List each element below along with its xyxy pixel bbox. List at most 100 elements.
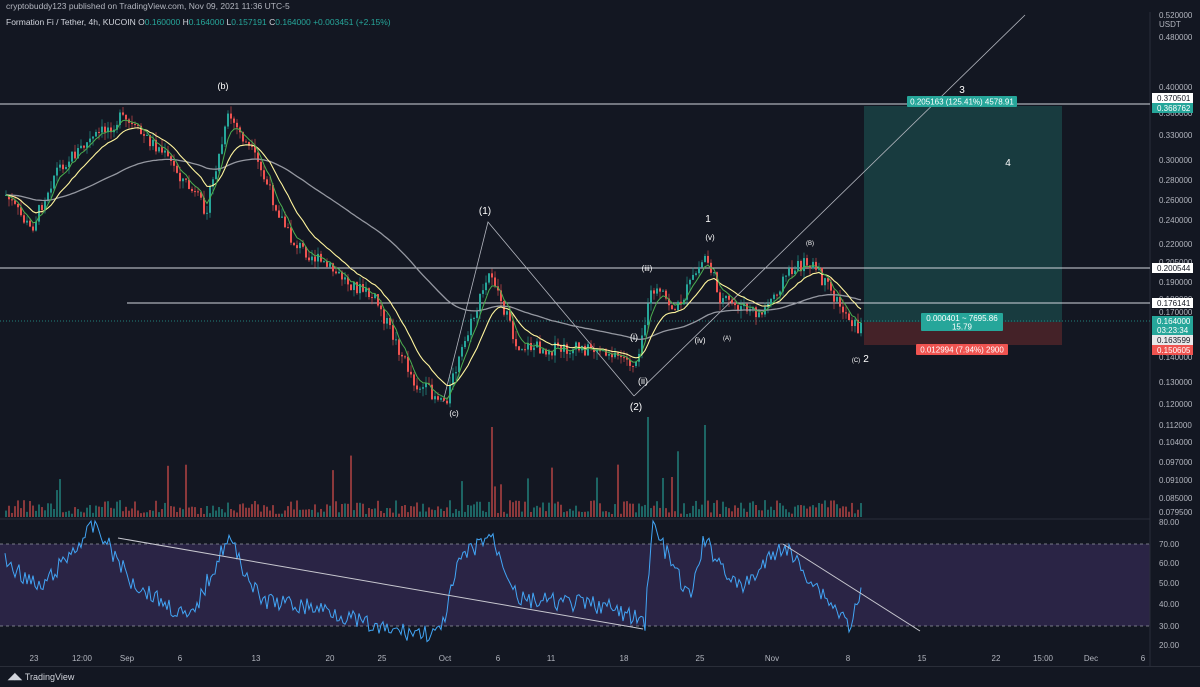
candle-body [407,356,409,372]
candle-body [392,325,394,340]
candle-body [50,188,52,193]
volume-bar [71,513,73,517]
candle-body [230,113,232,119]
price-tick-label: 0.104000 [1159,438,1193,447]
volume-bar [311,509,313,517]
volume-bar [644,504,646,517]
volume-bar [59,479,61,517]
price-chart[interactable]: 0.205163 (125.41%) 4578.91 0.000401 ~ 76… [0,0,1200,686]
volume-bar [431,509,433,517]
rsi-axis[interactable]: 80.00 70.00 60.00 50.00 40.00 30.00 20.00 [1159,518,1180,650]
volume-bar [320,508,322,517]
candle-body [491,273,493,278]
volume-bar [677,451,679,517]
candle-body [725,295,727,299]
volume-bar [245,507,247,517]
ohlc-open-label: O [138,17,145,27]
candle-body [512,320,514,340]
price-tick-label: 0.170000 [1159,308,1193,317]
candle-body [437,396,439,400]
candle-body [842,306,844,313]
candle-body [104,126,106,133]
volume-bar [221,509,223,517]
candle-body [473,317,475,319]
candle-body [266,179,268,185]
volume-bar [263,505,265,517]
volume-bar [776,500,778,517]
volume-bar [170,506,172,517]
volume-bar [32,505,34,517]
volume-bar [233,510,235,517]
volume-bar [200,507,202,517]
badge-entry: 0.163599 [1157,336,1191,345]
time-tick-label: 13 [252,654,261,663]
tradingview-brand[interactable]: ◢◣ TradingView [8,671,74,682]
candle-body [419,388,421,390]
volume-bar [41,507,43,517]
volume-bar [209,513,211,517]
time-tick-label: Dec [1084,654,1098,663]
candle-body [677,301,679,311]
candle-body [41,205,43,210]
volume-bar [242,503,244,517]
volume-bar [305,509,307,517]
volume-bar [398,513,400,517]
time-tick-label: 12:00 [72,654,93,663]
volume-bar [68,510,70,517]
volume-bar [350,455,352,517]
volume-bar [779,503,781,517]
candle-body [92,136,94,139]
volume-bar [614,504,616,517]
price-tick-label: 0.240000 [1159,216,1193,225]
volume-bar [329,505,331,517]
volume-bar [251,504,253,517]
time-tick-label: 20 [326,654,335,663]
candle-body [422,387,424,389]
candle-body [395,339,397,341]
volume-bar [338,512,340,517]
candle-body [362,284,364,292]
volume-bar [113,508,115,517]
candle-body [458,356,460,373]
candle-body [293,242,295,246]
ohlc-close: 0.164000 [275,17,311,27]
time-axis[interactable]: 23 12:00 Sep 6 13 20 25 Oct 6 11 18 25 Nov 8 15 22 15:00… [30,654,1146,663]
volume-bar [227,502,229,517]
volume-bar [818,502,820,517]
volume-bar [212,505,214,517]
volume-bar [860,503,862,517]
candle-body [335,271,337,274]
candle-body [269,184,271,186]
volume-bar [842,506,844,517]
volume-bar [755,504,757,517]
badge-stop: 0.150605 [1157,346,1191,355]
volume-bar [155,500,157,517]
time-tick-label: 18 [620,654,629,663]
volume-bar [80,511,82,517]
price-tick-label: 0.079500 [1159,508,1193,517]
candle-body [290,227,292,243]
candle-body [11,199,13,201]
volume-bar [848,511,850,517]
volume-bar [116,501,118,517]
volume-bar [23,500,25,517]
volume-bar [341,504,343,517]
ohlc-high: 0.164000 [188,17,225,27]
rsi-tick-label: 60.00 [1159,559,1180,568]
volume-bar [830,500,832,517]
candle-body [23,215,25,223]
volume-bar [362,503,364,517]
price-tick-label: 0.280000 [1159,176,1193,185]
candle-body [803,258,805,272]
candle-body [416,385,418,390]
volume-bar [620,513,622,517]
candle-body [59,164,61,168]
time-tick-label: 8 [846,654,851,663]
volume-bar [152,510,154,517]
volume-bar [491,427,493,517]
candle-body [194,191,196,193]
wave-label-c-low: (c) [449,409,459,418]
volume-bar [656,501,658,517]
volume-bar [680,513,682,517]
candle-body [176,165,178,173]
